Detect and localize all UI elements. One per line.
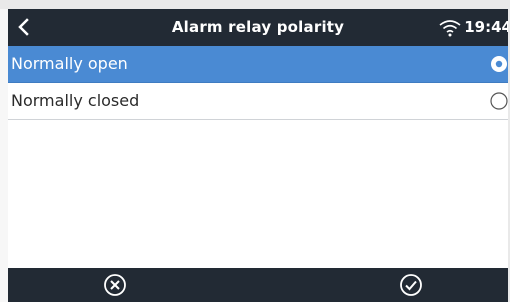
option-normally-open[interactable]: Normally open [8,46,508,83]
frame-top [0,0,510,9]
option-normally-closed[interactable]: Normally closed [8,83,508,120]
page-title: Alarm relay polarity [171,18,345,36]
header-bar: Alarm relay polarity 19:44 [8,9,510,46]
option-list: Normally open Normally closed [8,46,508,268]
screen: Alarm relay polarity 19:44 Normally open… [0,0,510,302]
radio-selected-icon[interactable] [490,55,508,73]
cancel-circle-icon[interactable] [103,273,127,297]
option-label: Normally open [11,54,128,73]
wifi-icon [438,19,462,37]
clock: 19:44 [464,18,510,36]
radio-unselected-icon[interactable] [490,92,508,110]
footer-bar [8,268,508,302]
check-circle-icon[interactable] [399,273,423,297]
option-label: Normally closed [11,91,140,110]
